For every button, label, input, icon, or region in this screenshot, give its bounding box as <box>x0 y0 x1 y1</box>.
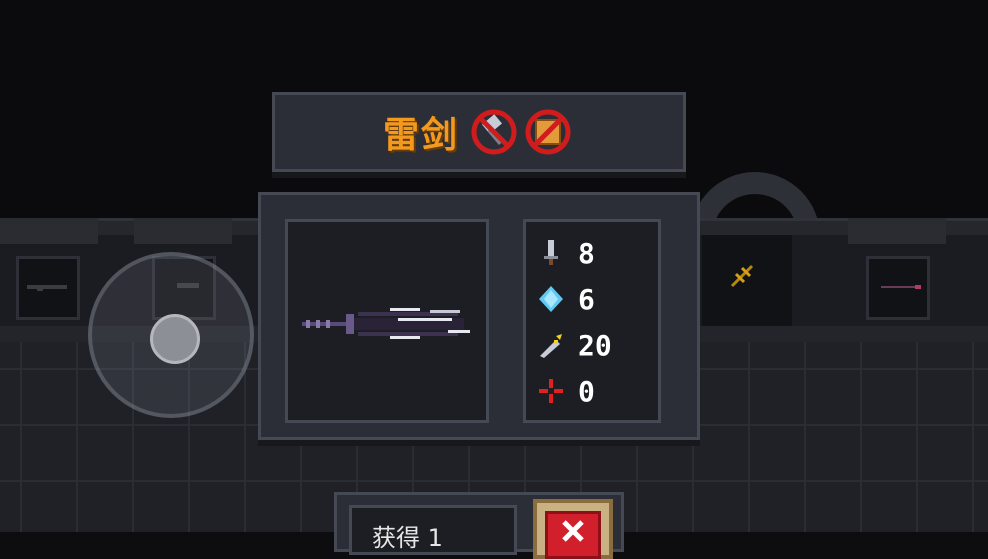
stat-energy-value: 6 <box>578 282 595 316</box>
weapon-rack-slot[interactable] <box>16 256 80 320</box>
weapon-rack-slot[interactable] <box>866 256 930 320</box>
pillar-cap <box>134 218 232 248</box>
weapon-stats: 8 6 20 0 <box>523 219 661 423</box>
stat-crit-value: 20 <box>578 328 612 362</box>
thunder-sword-sprite <box>302 308 470 339</box>
stat-accuracy: 0 <box>526 368 658 414</box>
weapon-info-panel: 8 6 20 0 <box>258 192 700 440</box>
stat-damage-value: 8 <box>578 236 595 270</box>
stat-crit: 20 <box>526 322 658 368</box>
no-hammer-icon <box>471 109 517 155</box>
spear-weapon-icon <box>881 285 921 289</box>
crossbow-weapon-icon[interactable] <box>728 262 756 290</box>
no-crate-icon <box>525 109 571 155</box>
close-button[interactable] <box>533 499 613 559</box>
close-x-icon <box>562 520 584 542</box>
energy-diamond-icon <box>539 286 563 312</box>
pillar-cap <box>848 218 946 248</box>
rifle-weapon-icon <box>27 285 67 291</box>
weapon-title-panel: 雷剑 <box>272 92 686 172</box>
stat-energy: 6 <box>526 276 658 322</box>
obtain-panel: 获得 1 <box>334 492 624 559</box>
obtain-label: 获得 1 <box>349 505 517 555</box>
movement-joystick[interactable] <box>88 252 254 418</box>
accuracy-crosshair-icon <box>539 379 563 403</box>
weapon-name: 雷剑 <box>382 115 459 156</box>
stat-damage: 8 <box>526 230 658 276</box>
crit-dagger-icon <box>540 334 562 358</box>
pillar-cap <box>0 218 98 248</box>
joystick-knob[interactable] <box>150 314 200 364</box>
weapon-preview <box>285 219 489 423</box>
stat-accuracy-value: 0 <box>578 374 595 408</box>
damage-sword-icon <box>544 240 558 265</box>
close-button-face[interactable] <box>545 511 601 559</box>
